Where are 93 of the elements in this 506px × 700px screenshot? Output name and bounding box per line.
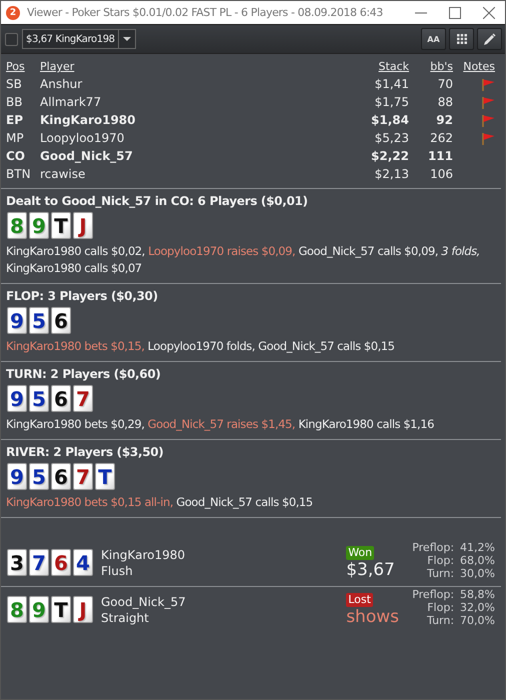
player-name: Good_Nick_57 <box>101 594 187 610</box>
playing-card: 9 <box>7 307 27 334</box>
close-icon[interactable] <box>483 6 495 18</box>
playing-card: 6 <box>51 307 71 334</box>
equity-label: Preflop: <box>412 588 454 601</box>
playing-card: 6 <box>51 385 71 412</box>
playing-card: 9 <box>29 596 49 623</box>
playing-card: 9 <box>7 463 27 490</box>
hand-rank: Flush <box>101 562 134 578</box>
playing-card: 8 <box>7 596 27 623</box>
window-title: Viewer - Poker Stars $0.01/0.02 FAST PL - 6 Players - 08.09.2018 6:43 <box>27 6 384 19</box>
column-header[interactable]: Stack <box>349 58 409 75</box>
playing-card: 6 <box>51 463 71 490</box>
equity-value: 70,0% <box>460 614 495 627</box>
stack-cell-text: $1,41 <box>374 76 409 93</box>
equity-label: Turn: <box>426 614 454 627</box>
player-name: Loopyloo1970 <box>40 130 126 147</box>
big-blinds-cell-text: 106 <box>429 166 453 183</box>
result-badge: Lost <box>346 593 373 607</box>
app-badge: 2 <box>6 6 20 20</box>
column-header[interactable]: bb's <box>409 58 453 75</box>
dropdown-arrow-icon <box>122 37 131 41</box>
column-header[interactable]: Player <box>40 58 349 75</box>
action-line: KingKaro1980 bets $0,29, Good_Nick_57 raises $1,45, KingKaro1980 calls $1,16 <box>6 416 435 433</box>
stack-cell-text: $1,75 <box>374 94 409 111</box>
player-name: Anshur <box>40 76 84 93</box>
equity-value: 68,0% <box>460 554 495 567</box>
stack-cell-text: $1,84 <box>370 112 409 129</box>
playing-card: J <box>73 212 93 239</box>
player-name: Allmark77 <box>40 94 102 111</box>
playing-card: 5 <box>29 385 49 412</box>
street-title: RIVER: 2 Players ($3,50) <box>6 445 164 459</box>
playing-card: J <box>73 596 93 623</box>
playing-card: 9 <box>29 212 49 239</box>
playing-card: 7 <box>29 549 49 576</box>
equity-label: Flop: <box>426 554 454 567</box>
position-cell-text: CO <box>6 148 26 165</box>
position-cell-text: SB <box>6 76 23 93</box>
action-line: KingKaro1980 calls $0,02, Loopyloo1970 raises $0,09, Good_Nick_57 calls $0,09, 3 folds, KingKaro1980 calls $0,07 <box>6 243 481 277</box>
stack-cell-text: $5,23 <box>374 130 409 147</box>
big-blinds-cell-text: 92 <box>435 112 453 129</box>
street-title: TURN: 2 Players ($0,60) <box>6 367 162 381</box>
big-blinds-cell-text: 111 <box>426 148 453 165</box>
result-badge: Won <box>346 546 374 560</box>
street-title: Dealt to Good_Nick_57 in CO: 6 Players ($0,01) <box>6 194 309 208</box>
column-header[interactable]: Pos <box>6 58 40 75</box>
player-name: rcawise <box>40 166 86 183</box>
equity-value: 32,0% <box>460 601 495 614</box>
big-blinds-cell-text: 70 <box>436 76 453 93</box>
equity-value: 58,8% <box>460 588 495 601</box>
playing-card: 4 <box>73 549 93 576</box>
playing-card: 6 <box>51 549 71 576</box>
font-size-button[interactable]: AA <box>421 28 446 50</box>
equity-label: Flop: <box>426 601 454 614</box>
edit-button[interactable] <box>477 28 502 50</box>
action-line: KingKaro1980 bets $0,15, Loopyloo1970 folds, Good_Nick_57 calls $0,15 <box>6 338 396 355</box>
big-blinds-cell-text: 88 <box>436 94 453 111</box>
position-cell-text: BB <box>6 94 24 111</box>
action-line: KingKaro1980 bets $0,15 all-in, Good_Nick_57 calls $0,15 <box>6 494 314 511</box>
result-amount: $3,67 <box>346 560 396 580</box>
equity-value: 30,0% <box>460 567 495 580</box>
hand-select[interactable]: $3,67 KingKaro198 <box>22 29 136 49</box>
playing-card: 7 <box>73 463 93 490</box>
grid-button[interactable] <box>449 28 474 50</box>
equity-value: 41,2% <box>460 541 495 554</box>
playing-card: 3 <box>7 549 27 576</box>
column-header[interactable]: Notes <box>453 58 495 75</box>
playing-card: 5 <box>29 463 49 490</box>
stack-cell-text: $2,22 <box>370 148 409 165</box>
player-name: KingKaro1980 <box>101 546 186 562</box>
hand-rank: Straight <box>101 610 150 626</box>
position-cell-text: MP <box>6 130 25 147</box>
player-name: KingKaro1980 <box>40 112 137 129</box>
position-cell-text: BTN <box>6 166 32 183</box>
playing-card: 9 <box>7 385 27 412</box>
playing-card: 5 <box>29 307 49 334</box>
grid-icon <box>456 34 466 44</box>
player-name: Good_Nick_57 <box>40 148 134 165</box>
maximize-icon[interactable] <box>449 6 461 18</box>
street-title: FLOP: 3 Players ($0,30) <box>6 289 159 303</box>
result-amount: shows <box>346 607 400 627</box>
playing-card: 7 <box>73 385 93 412</box>
pencil-icon <box>483 32 496 46</box>
big-blinds-cell-text: 262 <box>429 130 453 147</box>
equity-label: Preflop: <box>412 541 454 554</box>
playing-card: T <box>51 596 71 623</box>
position-cell-text: EP <box>6 112 24 129</box>
equity-label: Turn: <box>426 567 454 580</box>
playing-card: T <box>51 212 71 239</box>
playing-card: T <box>95 463 115 490</box>
stack-cell-text: $2,13 <box>374 166 409 183</box>
playing-card: 8 <box>7 212 27 239</box>
checkbox[interactable] <box>5 32 18 46</box>
